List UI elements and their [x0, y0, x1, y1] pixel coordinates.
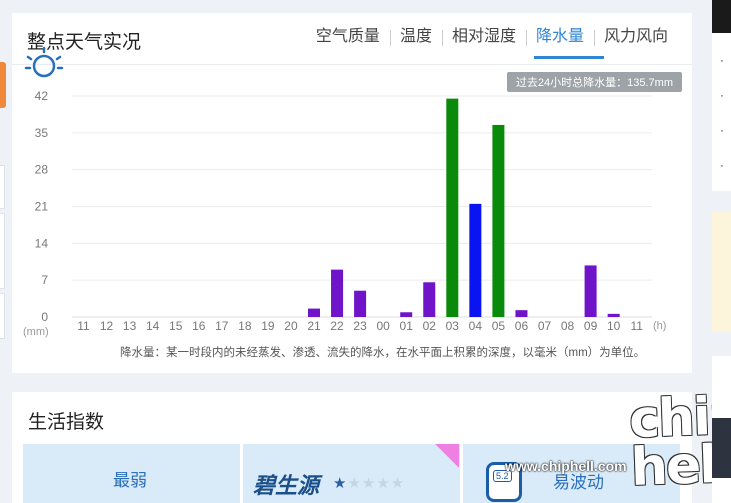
- precipitation-chart: 071421283542 11 12 13 14 15 16 17 18 19 20 21 22 23 0…: [23, 89, 666, 338]
- right-column-image[interactable]: [712, 418, 731, 478]
- right-column-header: [712, 0, 731, 33]
- y-tick-label: 42: [35, 89, 49, 103]
- left-panel-fragment: [0, 165, 5, 209]
- precipitation-footnote: 降水量：某一时段内的未经蒸发、渗透、流失的降水，在水平面上积累的深度，以毫米（m…: [120, 347, 646, 359]
- x-tick-label: 01: [400, 319, 414, 333]
- x-tick-label: 16: [192, 319, 206, 333]
- x-tick-label: 05: [492, 319, 506, 333]
- list-bullet: ·: [720, 158, 724, 172]
- chart-grid: [72, 95, 652, 318]
- x-tick-label: 22: [330, 319, 344, 333]
- x-axis-ticks: 11 12 13 14 15 16 17 18 19 20 21 22 23 00 01 02 03 04 05 06…: [77, 319, 643, 333]
- left-panel-fragment: [0, 293, 5, 339]
- y-tick-label: 14: [35, 236, 49, 250]
- y-tick-label: 28: [35, 163, 49, 177]
- x-tick-label: 09: [584, 319, 598, 333]
- y-axis-unit-label: (mm): [23, 326, 49, 338]
- precipitation-bar[interactable]: [400, 312, 413, 317]
- precipitation-bar[interactable]: [492, 124, 505, 317]
- x-tick-label: 17: [215, 319, 229, 333]
- left-panel-fragment: [0, 213, 5, 289]
- x-tick-label: 11: [630, 319, 643, 333]
- x-tick-label: 10: [607, 319, 621, 333]
- brand-logo: 碧生源: [253, 473, 320, 499]
- chart-bars: [308, 98, 620, 317]
- y-tick-label: 7: [41, 273, 48, 287]
- x-tick-label: 06: [515, 319, 529, 333]
- precipitation-bar[interactable]: [423, 282, 436, 317]
- star-rating: ★★★★★: [333, 474, 405, 492]
- x-tick-label: 12: [100, 319, 114, 333]
- star-icon: ★★★★: [347, 475, 406, 492]
- x-tick-label: 11: [77, 319, 90, 333]
- precipitation-bar[interactable]: [354, 290, 367, 317]
- list-bullet: ·: [720, 88, 724, 102]
- x-tick-label: 14: [146, 319, 160, 333]
- ad-corner-flag-icon: [435, 444, 459, 468]
- precipitation-bar[interactable]: [584, 265, 597, 317]
- x-tick-label: 19: [261, 319, 275, 333]
- weather-card: 整点天气实况 空气质量 温度 相对湿度 降水量 风力风向 过去24小时总降水量：…: [12, 13, 692, 373]
- left-accent-tab[interactable]: [0, 62, 6, 108]
- list-bullet: ·: [720, 53, 724, 67]
- y-tick-label: 21: [35, 200, 49, 214]
- x-tick-label: 08: [561, 319, 575, 333]
- precipitation-bar[interactable]: [515, 310, 528, 317]
- precipitation-bar[interactable]: [308, 308, 320, 317]
- x-axis-unit-label: (h): [653, 320, 666, 332]
- y-tick-label: 0: [41, 310, 48, 324]
- right-column-ad[interactable]: [712, 212, 731, 332]
- x-tick-label: 18: [238, 319, 252, 333]
- x-tick-label: 00: [376, 319, 390, 333]
- x-tick-label: 03: [446, 319, 460, 333]
- x-tick-label: 21: [307, 319, 321, 333]
- y-tick-label: 35: [35, 126, 49, 140]
- sun-icon: [24, 46, 64, 78]
- precipitation-bar[interactable]: [607, 313, 620, 317]
- x-tick-label: 07: [538, 319, 552, 333]
- precipitation-bar[interactable]: [331, 269, 344, 317]
- x-tick-label: 23: [353, 319, 367, 333]
- x-tick-label: 13: [123, 319, 137, 333]
- x-tick-label: 15: [169, 319, 183, 333]
- y-axis-ticks: 0 7 14 21 28 35 42: [35, 89, 49, 324]
- x-tick-label: 04: [469, 319, 483, 333]
- list-bullet: ·: [720, 123, 724, 137]
- watermark-url: www.chiphell.com: [505, 458, 627, 474]
- uv-index-value: 最弱: [113, 471, 147, 490]
- right-column-list: · · · ·: [712, 33, 731, 191]
- life-index-title: 生活指数: [28, 412, 105, 433]
- x-tick-label: 02: [423, 319, 437, 333]
- precipitation-bar[interactable]: [446, 98, 459, 317]
- x-tick-label: 20: [284, 319, 298, 333]
- star-icon: ★: [333, 475, 348, 492]
- precipitation-bar[interactable]: [469, 203, 482, 317]
